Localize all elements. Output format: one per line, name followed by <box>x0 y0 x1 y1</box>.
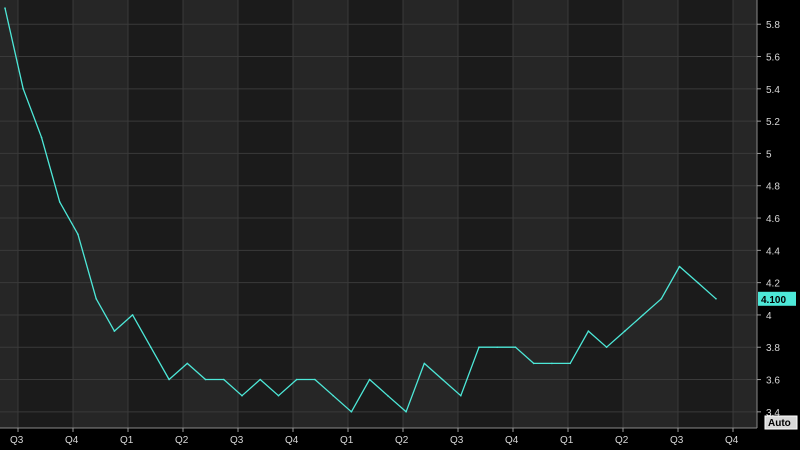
data-point <box>113 330 116 332</box>
data-point <box>259 378 262 381</box>
data-point <box>514 346 517 349</box>
data-point <box>460 394 462 397</box>
plot-band <box>733 0 757 428</box>
y-tick-label: 4 <box>766 311 772 322</box>
data-point <box>131 314 134 316</box>
y-tick-label: 4.6 <box>766 214 780 225</box>
x-axis-ticks: Q3 Q4 Q1 Q2 Q3 Q4 Q1 Q2 Q3 Q4 Q1 Q2 Q3 Q4 <box>10 428 739 446</box>
line-chart: 3.43.63.844.24.44.64.855.25.45.65.8 Q3 Q4… <box>0 0 798 446</box>
y-tick-label: 3.6 <box>766 376 780 387</box>
plot-band <box>623 0 678 428</box>
data-point <box>678 265 681 268</box>
data-point <box>715 298 717 300</box>
data-point <box>350 411 353 413</box>
data-point <box>277 394 280 397</box>
last-value-marker: 4.100 <box>758 291 796 306</box>
auto-scale-button[interactable]: Auto <box>764 415 798 430</box>
data-point <box>150 346 152 349</box>
plot-background-bands <box>0 0 757 428</box>
data-point <box>387 394 389 397</box>
data-point <box>223 378 225 381</box>
plot-band <box>73 0 128 428</box>
data-point <box>332 394 335 397</box>
data-point <box>58 201 61 203</box>
y-tick-label: 5.6 <box>766 53 780 64</box>
y-tick-label: 5.2 <box>766 117 780 128</box>
x-tick-label: Q2 <box>395 435 409 446</box>
data-point <box>642 314 644 316</box>
data-point <box>569 362 571 365</box>
y-tick-label: 4.8 <box>766 182 780 193</box>
plot-band <box>238 0 293 428</box>
data-point <box>40 136 43 139</box>
data-point <box>368 378 371 381</box>
data-point <box>77 233 79 235</box>
x-tick-label: Q2 <box>175 435 189 446</box>
plot-band <box>128 0 183 428</box>
data-point <box>551 362 553 365</box>
y-tick-label: 5 <box>766 149 772 160</box>
y-tick-label: 5.8 <box>766 20 780 31</box>
last-value-label: 4.100 <box>761 295 786 306</box>
plot-band <box>183 0 238 428</box>
data-point <box>295 378 298 381</box>
data-point <box>423 362 426 365</box>
y-tick-label: 4.4 <box>766 246 780 257</box>
data-point <box>4 7 6 9</box>
data-point <box>660 298 663 300</box>
data-point <box>478 346 480 349</box>
data-point <box>186 362 189 365</box>
data-point <box>204 378 207 381</box>
plot-band <box>678 0 733 428</box>
x-tick-label: Q4 <box>65 435 79 446</box>
x-tick-label: Q4 <box>505 435 519 446</box>
data-point <box>532 362 535 365</box>
data-point <box>605 346 608 349</box>
x-tick-label: Q1 <box>560 435 574 446</box>
auto-button-label[interactable]: Auto <box>768 418 791 429</box>
x-tick-label: Q3 <box>670 435 684 446</box>
plot-band <box>348 0 403 428</box>
y-tick-label: 3.8 <box>766 343 780 354</box>
data-point <box>624 330 626 332</box>
plot-band <box>18 0 73 428</box>
data-point <box>22 88 25 90</box>
plot-band <box>458 0 513 428</box>
plot-band <box>403 0 458 428</box>
data-point <box>441 378 444 381</box>
data-point <box>405 411 407 413</box>
data-point <box>314 378 316 381</box>
plot-band <box>568 0 623 428</box>
y-axis-ticks: 3.43.63.844.24.44.64.855.25.45.65.8 <box>757 20 780 419</box>
y-tick-label: 4.2 <box>766 279 780 290</box>
x-tick-label: Q1 <box>340 435 354 446</box>
plot-band <box>293 0 348 428</box>
plot-band <box>0 0 18 428</box>
data-point <box>241 394 243 397</box>
x-tick-label: Q1 <box>120 435 134 446</box>
y-tick-label: 5.4 <box>766 85 780 96</box>
x-tick-label: Q3 <box>10 435 24 446</box>
x-tick-label: Q3 <box>230 435 244 446</box>
x-tick-label: Q4 <box>285 435 299 446</box>
x-tick-label: Q3 <box>450 435 464 446</box>
x-tick-label: Q4 <box>725 435 739 446</box>
data-point <box>95 298 97 300</box>
x-tick-label: Q2 <box>615 435 629 446</box>
data-point <box>697 281 699 284</box>
data-point <box>496 346 499 349</box>
data-point <box>587 330 590 332</box>
data-point <box>168 378 170 381</box>
